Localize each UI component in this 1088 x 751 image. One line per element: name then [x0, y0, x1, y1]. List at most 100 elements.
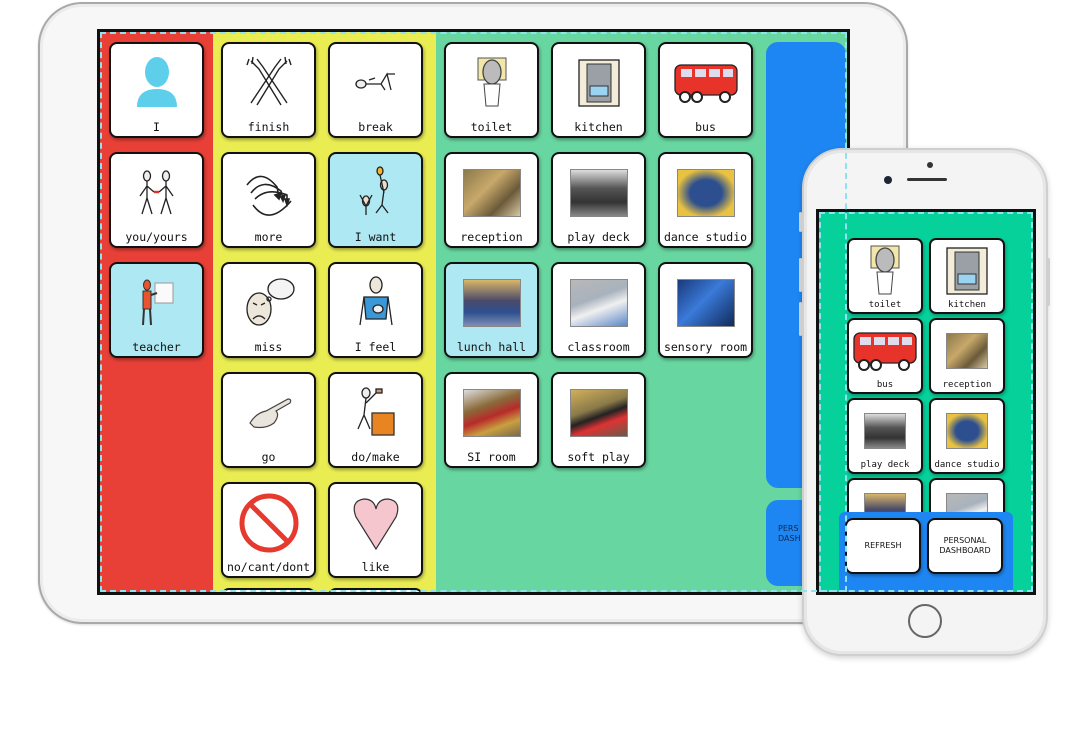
symbol-tile-go[interactable]: go: [221, 372, 316, 468]
tile-label: lunch hall: [456, 340, 527, 354]
mute-switch: [799, 212, 802, 232]
refresh-button[interactable]: REFRESH: [845, 518, 921, 574]
symbol-tile-i-feel[interactable]: I feel: [328, 262, 423, 358]
home-button[interactable]: [908, 604, 942, 638]
reaching-people-icon: [330, 160, 421, 226]
person-hammering-icon: [330, 380, 421, 446]
dance-studio-photo: [931, 408, 1003, 454]
tile-label: reception: [460, 230, 523, 244]
cooker-icon: [931, 247, 1003, 295]
tile-label: soft play: [567, 450, 630, 464]
toilet-icon: [849, 245, 921, 295]
symbol-tile-play-deck[interactable]: play deck: [847, 398, 923, 474]
tile-label: SI room: [467, 450, 516, 464]
symbol-tile-si-room[interactable]: SI room: [444, 372, 539, 468]
symbol-tile-i[interactable]: I: [109, 42, 204, 138]
tile-label: I: [153, 120, 160, 134]
teacher-board-icon: [111, 270, 202, 336]
tile-label: you/yours: [125, 230, 188, 244]
symbol-tile-toilet[interactable]: toilet: [444, 42, 539, 138]
tile-label: reception: [942, 380, 992, 390]
bus-icon: [849, 328, 921, 374]
sensory-room-photo: [660, 270, 751, 336]
iphone-speaker: [907, 178, 947, 181]
play-deck-photo: [849, 408, 921, 454]
tile-label: no/cant/dont: [226, 560, 311, 574]
tile-label: I want: [354, 230, 397, 244]
iphone-device: toilet kitchen bus reception play deck dance …: [802, 148, 1048, 656]
iphone-camera: [884, 176, 892, 184]
personal-dashboard-button[interactable]: PERSONAL DASHBOARD: [927, 518, 1003, 574]
person-silhouette-icon: [111, 50, 202, 116]
symbol-tile-reception[interactable]: reception: [929, 318, 1005, 394]
symbol-tile-bus[interactable]: bus: [658, 42, 753, 138]
bus-icon: [660, 50, 751, 116]
tile-label: sensory room: [663, 340, 748, 354]
iphone-screen: toilet kitchen bus reception play deck dance …: [816, 209, 1036, 595]
symbol-tile-no-cant-dont[interactable]: no/cant/dont: [221, 482, 316, 578]
symbol-tile-miss[interactable]: miss: [221, 262, 316, 358]
tile-label: play deck: [567, 230, 630, 244]
tile-label: more: [254, 230, 283, 244]
tile-label: like: [361, 560, 390, 574]
volume-up-button: [799, 258, 802, 292]
symbol-tile-finish[interactable]: finish: [221, 42, 316, 138]
tile-label: dance studio: [934, 460, 1000, 470]
symbol-tile-partial[interactable]: [328, 588, 423, 592]
symbol-tile-teacher[interactable]: teacher: [109, 262, 204, 358]
symbol-tile-toilet[interactable]: toilet: [847, 238, 923, 314]
symbol-tile-partial[interactable]: [221, 588, 316, 592]
tile-label: finish: [247, 120, 290, 134]
iphone-sensor: [927, 162, 933, 168]
symbol-tile-break[interactable]: break: [328, 42, 423, 138]
symbol-board: Iyou/yours teacher finish break more I want mi…: [100, 32, 847, 592]
tile-label: toilet: [868, 300, 902, 310]
dance-studio-photo: [660, 160, 751, 226]
symbol-tile-you-yours[interactable]: you/yours: [109, 152, 204, 248]
tile-label: do/make: [351, 450, 400, 464]
soft-play-photo: [553, 380, 644, 446]
tile-label: play deck: [860, 460, 910, 470]
symbol-tile-more[interactable]: more: [221, 152, 316, 248]
cooker-icon: [553, 50, 644, 116]
si-room-photo: [446, 380, 537, 446]
tile-label: go: [261, 450, 276, 464]
symbol-tile-bus[interactable]: bus: [847, 318, 923, 394]
tile-label: I feel: [354, 340, 397, 354]
tile-label: kitchen: [948, 300, 986, 310]
play-deck-photo: [553, 160, 644, 226]
crossed-arms-icon: [223, 50, 314, 116]
personal-dashboard-label: PERSONAL DASHBOARD: [939, 536, 991, 555]
tile-label: teacher: [132, 340, 181, 354]
symbol-tile-kitchen[interactable]: kitchen: [929, 238, 1005, 314]
tile-label: bus: [876, 380, 894, 390]
reception-photo: [931, 328, 1003, 374]
symbol-tile-kitchen[interactable]: kitchen: [551, 42, 646, 138]
phone-nav-bar: REFRESH PERSONAL DASHBOARD: [839, 512, 1013, 592]
symbol-tile-like[interactable]: like: [328, 482, 423, 578]
symbol-tile-sensory-room[interactable]: sensory room: [658, 262, 753, 358]
volume-down-button: [799, 302, 802, 336]
reception-photo: [446, 160, 537, 226]
tile-label: bus: [695, 120, 716, 134]
symbol-tile-lunch-hall[interactable]: lunch hall: [444, 262, 539, 358]
symbol-tile-dance-studio[interactable]: dance studio: [929, 398, 1005, 474]
symbol-tile-classroom[interactable]: classroom: [551, 262, 646, 358]
tile-label: miss: [254, 340, 283, 354]
tile-label: kitchen: [574, 120, 623, 134]
symbol-tile-reception[interactable]: reception: [444, 152, 539, 248]
symbol-tile-do-make[interactable]: do/make: [328, 372, 423, 468]
pointing-hand-icon: [223, 380, 314, 446]
symbol-tile-i-want[interactable]: I want: [328, 152, 423, 248]
heart-icon: [330, 490, 421, 556]
symbol-tile-soft-play[interactable]: soft play: [551, 372, 646, 468]
symbol-tile-play-deck[interactable]: play deck: [551, 152, 646, 248]
sad-face-thought-icon: [223, 270, 314, 336]
lunch-hall-photo: [446, 270, 537, 336]
tile-label: classroom: [567, 340, 630, 354]
phone-symbol-board: toilet kitchen bus reception play deck dance …: [819, 212, 1033, 592]
classroom-photo: [553, 270, 644, 336]
tile-label: break: [358, 120, 393, 134]
refresh-label: REFRESH: [864, 541, 902, 550]
symbol-tile-dance-studio[interactable]: dance studio: [658, 152, 753, 248]
